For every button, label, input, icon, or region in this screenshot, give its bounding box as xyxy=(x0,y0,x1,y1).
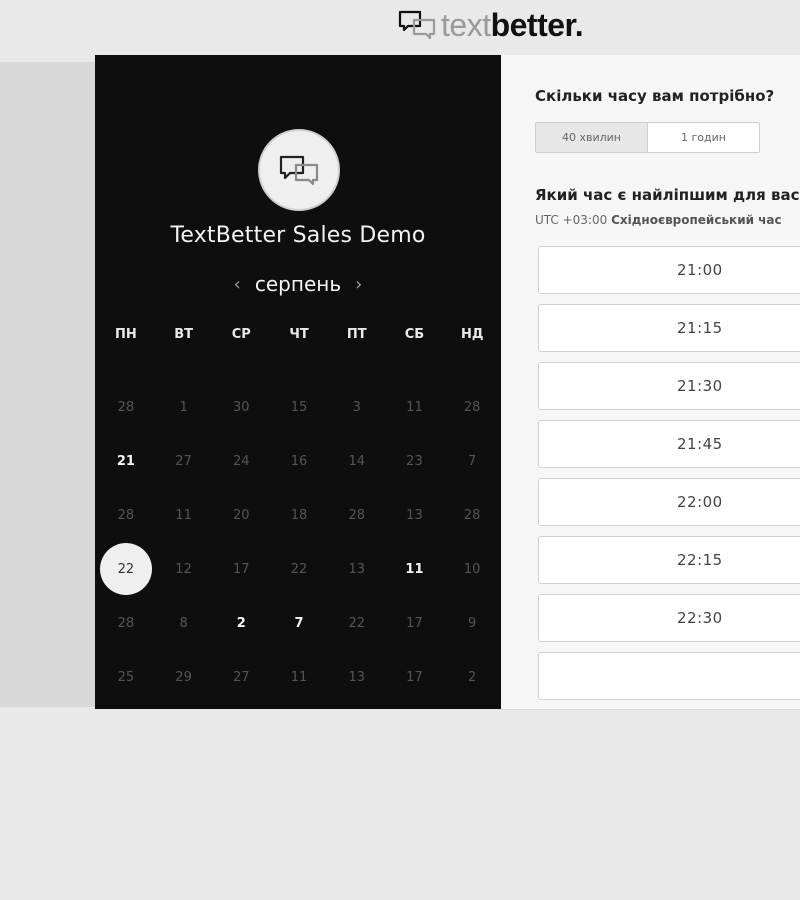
duration-question: Скільки часу вам потрібно? xyxy=(535,87,775,105)
calendar-day: 30 xyxy=(233,399,250,415)
time-slot-button[interactable]: 21:30 xyxy=(538,362,800,410)
calendar-day: 28 xyxy=(463,507,481,523)
calendar-day: 28 xyxy=(348,507,365,523)
calendar-day: 28 xyxy=(117,399,135,415)
time-slot-button[interactable]: 22:30 xyxy=(538,594,800,642)
calendar-day: 22 xyxy=(290,561,308,577)
month-navigator: ‹ серпень › xyxy=(95,269,501,299)
calendar-day: 14 xyxy=(348,453,365,469)
calendar-day: 9 xyxy=(468,615,477,631)
calendar-week: 28 1 30 15 3 11 28 xyxy=(97,380,501,434)
time-slot-button-partial[interactable] xyxy=(538,652,800,700)
calendar-day-selected[interactable]: 22 xyxy=(97,542,155,596)
calendar-day: 27 xyxy=(175,453,192,469)
calendar-day: 17 xyxy=(406,615,423,631)
calendar-day: 22 xyxy=(348,615,365,631)
duration-option-1hour[interactable]: 1 годин xyxy=(648,123,759,152)
chevron-right-icon[interactable]: › xyxy=(355,274,362,295)
calendar-day-available[interactable]: 2 xyxy=(212,596,270,650)
calendar-day: 29 xyxy=(175,669,192,685)
divider xyxy=(501,709,800,710)
weekday-label: СР xyxy=(231,327,251,342)
calendar-day-available[interactable]: 11 xyxy=(386,542,444,596)
chevron-left-icon[interactable]: ‹ xyxy=(234,274,241,295)
calendar-day: 11 xyxy=(406,399,423,415)
logo-wordmark: textbetter. xyxy=(441,7,584,43)
calendar-day: 13 xyxy=(406,507,423,523)
calendar-grid: 28 1 30 15 3 11 28 21 27 24 16 14 23 7 2… xyxy=(97,380,501,704)
timezone-label[interactable]: UTC +03:00 Східноєвропейський час xyxy=(535,213,782,227)
time-slot-button[interactable]: 21:00 xyxy=(538,246,800,294)
calendar-day: 10 xyxy=(463,561,481,577)
timezone-offset: UTC +03:00 xyxy=(535,213,608,227)
calendar-day: 2 xyxy=(468,669,477,685)
avatar xyxy=(258,129,340,211)
calendar-day: 16 xyxy=(290,453,308,469)
calendar-day: 28 xyxy=(117,507,135,523)
calendar-day-available[interactable]: 7 xyxy=(270,596,328,650)
calendar-week: 28 8 2 7 22 17 9 xyxy=(97,596,501,650)
weekday-header: ПН ВТ СР ЧТ ПТ СБ НД xyxy=(97,327,501,342)
calendar-day: 15 xyxy=(290,399,308,415)
calendar-day: 24 xyxy=(233,453,250,469)
weekday-label: ПН xyxy=(114,327,137,342)
calendar-day-available[interactable]: 21 xyxy=(97,434,155,488)
duration-selector: 40 хвилин 1 годин xyxy=(535,122,760,153)
month-label: серпень xyxy=(254,272,342,296)
chat-bubbles-icon xyxy=(279,155,319,186)
calendar-day: 11 xyxy=(290,669,308,685)
calendar-day: 7 xyxy=(468,453,477,469)
calendar-day: 25 xyxy=(117,669,135,685)
calendar-day: 3 xyxy=(352,399,361,415)
time-slot-button[interactable]: 22:00 xyxy=(538,478,800,526)
calendar-day: 23 xyxy=(406,453,423,469)
calendar-day: 27 xyxy=(233,669,250,685)
calendar-day: 18 xyxy=(290,507,308,523)
chat-bubbles-icon xyxy=(398,10,436,40)
weekday-label: ПТ xyxy=(346,327,367,342)
calendar-day: 13 xyxy=(348,561,365,577)
calendar-day: 17 xyxy=(233,561,250,577)
calendar-week: 21 27 24 16 14 23 7 xyxy=(97,434,501,488)
calendar-day: 28 xyxy=(463,399,481,415)
time-slot-button[interactable]: 21:45 xyxy=(538,420,800,468)
time-slot-list: 21:00 21:15 21:30 21:45 22:00 22:15 22:3… xyxy=(538,246,800,709)
timezone-name: Східноєвропейський час xyxy=(611,213,782,227)
calendar-day: 17 xyxy=(406,669,423,685)
weekday-label: ЧТ xyxy=(289,327,309,342)
time-slot-button[interactable]: 21:15 xyxy=(538,304,800,352)
calendar-day: 1 xyxy=(179,399,188,415)
weekday-label: СБ xyxy=(404,327,425,342)
calendar-week: 22 12 17 22 13 11 10 xyxy=(97,542,501,596)
calendar-day: 8 xyxy=(179,615,188,631)
calendar-day: 12 xyxy=(175,561,192,577)
event-title: TextBetter Sales Demo xyxy=(170,223,426,248)
time-slot-button[interactable]: 22:15 xyxy=(538,536,800,584)
calendar-week: 28 11 20 18 28 13 28 xyxy=(97,488,501,542)
time-question: Який час є найліпшим для вас? xyxy=(535,186,800,204)
booking-panel: Скільки часу вам потрібно? 40 хвилин 1 г… xyxy=(501,55,800,709)
calendar-week: 25 29 27 11 13 17 2 xyxy=(97,650,501,704)
textbetter-logo[interactable]: textbetter. xyxy=(398,7,584,43)
calendar-day: 11 xyxy=(175,507,192,523)
calendar-day: 13 xyxy=(348,669,365,685)
calendar-panel: TextBetter Sales Demo ‹ серпень › ПН ВТ … xyxy=(95,55,501,709)
weekday-label: ВТ xyxy=(174,327,193,342)
duration-option-40min[interactable]: 40 хвилин xyxy=(536,123,648,152)
calendar-day: 20 xyxy=(233,507,250,523)
calendar-day: 28 xyxy=(117,615,135,631)
weekday-label: НД xyxy=(460,327,484,342)
left-backdrop xyxy=(0,62,95,707)
